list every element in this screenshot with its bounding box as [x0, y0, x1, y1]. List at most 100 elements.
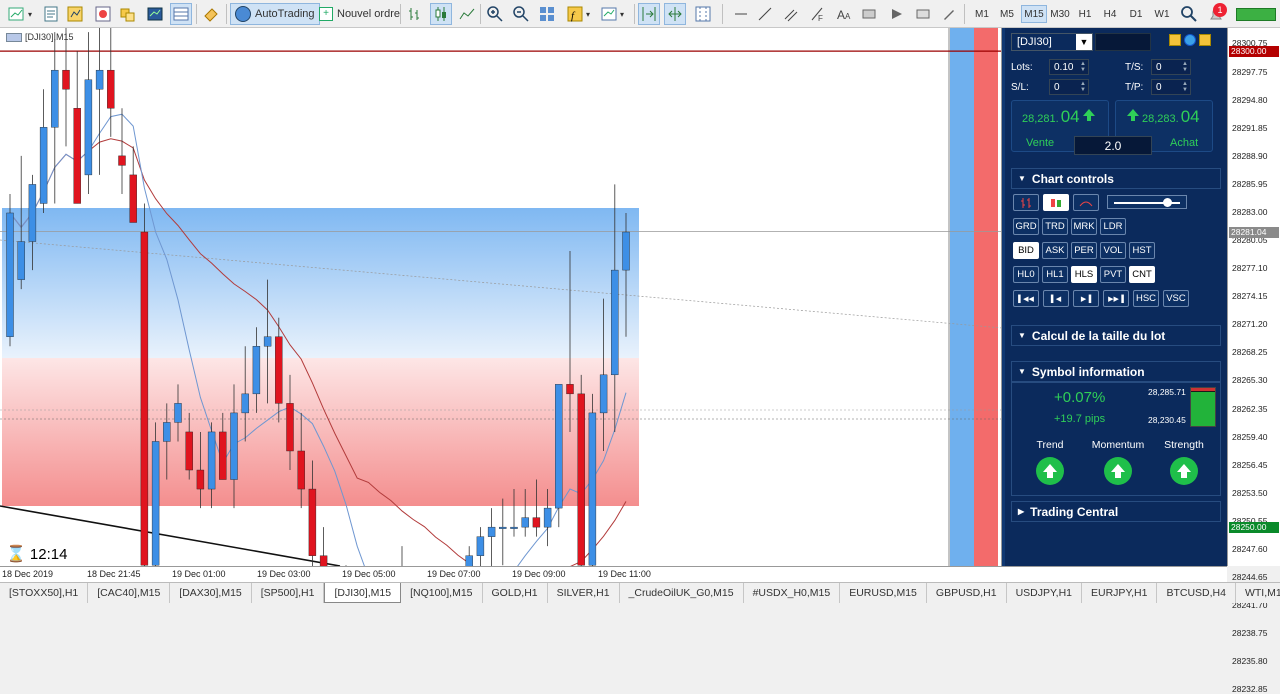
zoom-slider[interactable]	[1107, 195, 1187, 209]
channel-icon[interactable]	[780, 3, 802, 25]
chart-control-vol-button[interactable]: VOL	[1100, 242, 1126, 259]
connection-status-icon[interactable]	[1236, 3, 1276, 25]
symbol-search-field[interactable]	[1095, 33, 1151, 51]
chart-tab[interactable]: GOLD,H1	[483, 583, 548, 603]
chevron-down-icon[interactable]: ▼	[1076, 34, 1092, 50]
tester-icon[interactable]	[170, 3, 192, 25]
pen-tool-icon[interactable]	[938, 3, 960, 25]
timeframe-m1[interactable]: M1	[970, 5, 994, 23]
sl-input[interactable]: 0 ▲ ▼	[1049, 79, 1089, 95]
line-chart-icon[interactable]	[456, 3, 478, 25]
line-mode-button[interactable]	[1073, 194, 1099, 211]
volume-input[interactable]: 2.0	[1074, 136, 1152, 155]
timeframe-d1[interactable]: D1	[1124, 5, 1148, 23]
chart-tab[interactable]: [DAX30],M15	[170, 583, 252, 603]
chart-control-cnt-button[interactable]: CNT	[1129, 266, 1155, 283]
tp-input[interactable]: 0 ▲ ▼	[1151, 79, 1191, 95]
chart-controls-header[interactable]: ▼ Chart controls	[1011, 168, 1221, 189]
chart-tab[interactable]: WTI,M15	[1236, 583, 1280, 603]
vsc-button[interactable]: VSC	[1163, 290, 1189, 307]
time-axis[interactable]: 18 Dec 2019 18 Dec 21:45 19 Dec 01:00 19 De…	[0, 566, 1227, 582]
timeframe-h4[interactable]: H4	[1098, 5, 1122, 23]
zoom-in-icon[interactable]	[484, 3, 506, 25]
timeframe-h1[interactable]: H1	[1073, 5, 1097, 23]
hsc-button[interactable]: HSC	[1133, 290, 1159, 307]
autotrading-button[interactable]: AutoTrading	[230, 3, 320, 25]
new-chart-icon[interactable]	[6, 3, 28, 25]
price-chart[interactable]	[0, 28, 1002, 566]
chart-area[interactable]: [DJI30],M15 ⌛ 12:14	[0, 28, 1002, 566]
symbol-selector[interactable]: [DJI30] ▼	[1011, 33, 1093, 51]
chart-tab[interactable]: [DJI30],M15	[324, 583, 402, 603]
search-icon[interactable]	[1178, 3, 1200, 25]
notifications-icon[interactable]: 1	[1206, 3, 1228, 25]
chart-control-mrk-button[interactable]: MRK	[1071, 218, 1097, 235]
lots-input[interactable]: 0.10 ▲ ▼	[1049, 59, 1089, 75]
chart-tab[interactable]: EURUSD,M15	[840, 583, 927, 603]
timeframe-m5[interactable]: M5	[995, 5, 1019, 23]
new-order-button[interactable]: + Nouvel ordre	[314, 3, 405, 25]
chart-tab[interactable]: [CAC40],M15	[88, 583, 171, 603]
settings-icon[interactable]	[1184, 34, 1196, 46]
chart-tab[interactable]: USDJPY,H1	[1007, 583, 1083, 603]
next-button[interactable]: ▶▐	[1073, 290, 1099, 307]
label-tool-icon[interactable]	[912, 3, 934, 25]
chart-control-ask-button[interactable]: ASK	[1042, 242, 1068, 259]
chart-control-per-button[interactable]: PER	[1071, 242, 1097, 259]
chart-tab[interactable]: [NQ100],M15	[401, 583, 483, 603]
period-separators-icon[interactable]	[692, 3, 714, 25]
chart-shift-icon[interactable]	[664, 3, 686, 25]
chart-control-pvt-button[interactable]: PVT	[1100, 266, 1126, 283]
ts-spinner-icon[interactable]: ▲ ▼	[1182, 61, 1190, 73]
slider-knob[interactable]	[1163, 198, 1172, 207]
chart-tab[interactable]: EURJPY,H1	[1082, 583, 1158, 603]
data-window-icon[interactable]	[92, 3, 114, 25]
indicators-icon[interactable]: f	[564, 3, 586, 25]
chart-control-hl0-button[interactable]: HL0	[1013, 266, 1039, 283]
first-button[interactable]: ▌◀◀	[1013, 290, 1039, 307]
timeframe-m15[interactable]: M15	[1021, 5, 1047, 23]
crosshair-icon[interactable]	[730, 3, 752, 25]
timeframe-w1[interactable]: W1	[1150, 5, 1174, 23]
chart-control-grd-button[interactable]: GRD	[1013, 218, 1039, 235]
trendline-icon[interactable]	[754, 3, 776, 25]
bar-chart-icon[interactable]	[404, 3, 426, 25]
chart-tab[interactable]: SILVER,H1	[548, 583, 620, 603]
timeframe-m30[interactable]: M30	[1047, 5, 1073, 23]
text-tool-icon[interactable]: AA	[832, 3, 854, 25]
last-button[interactable]: ▶▶▐	[1103, 290, 1129, 307]
chart-control-ldr-button[interactable]: LDR	[1100, 218, 1126, 235]
candle-mode-button[interactable]	[1043, 194, 1069, 211]
chart-control-hl1-button[interactable]: HL1	[1042, 266, 1068, 283]
fibonacci-icon[interactable]: F	[806, 3, 828, 25]
ts-input[interactable]: 0 ▲ ▼	[1151, 59, 1191, 75]
templates-icon[interactable]	[598, 3, 620, 25]
lots-spinner-icon[interactable]: ▲ ▼	[1080, 61, 1088, 73]
metaeditor-icon[interactable]	[200, 3, 222, 25]
trading-central-header[interactable]: ▶ Trading Central	[1011, 501, 1221, 522]
info-icon[interactable]	[1199, 34, 1211, 46]
chart-control-bid-button[interactable]: BID	[1013, 242, 1039, 259]
tile-windows-icon[interactable]	[536, 3, 558, 25]
chart-tab[interactable]: _CrudeOilUK_G0,M15	[620, 583, 744, 603]
price-axis[interactable]: 28300.75 28297.75 28294.80 28291.85 28288.90…	[1227, 28, 1280, 694]
profiles-icon[interactable]	[40, 3, 62, 25]
indicators-dropdown-icon[interactable]: ▾	[586, 3, 590, 25]
chevron-down-icon[interactable]: ▾	[28, 3, 32, 25]
chart-tab[interactable]: BTCUSD,H4	[1157, 583, 1236, 603]
chart-icon[interactable]	[1169, 34, 1181, 46]
chart-tab[interactable]: [SP500],H1	[252, 583, 325, 603]
chart-tab[interactable]: [STOXX50],H1	[0, 583, 89, 603]
tp-spinner-icon[interactable]: ▲ ▼	[1182, 81, 1190, 93]
bar-mode-button[interactable]	[1013, 194, 1039, 211]
templates-dropdown-icon[interactable]: ▾	[620, 3, 624, 25]
market-watch-icon[interactable]	[64, 3, 86, 25]
terminal-icon[interactable]	[144, 3, 166, 25]
chart-control-hls-button[interactable]: HLS	[1071, 266, 1097, 283]
sl-spinner-icon[interactable]: ▲ ▼	[1080, 81, 1088, 93]
navigator-icon[interactable]	[116, 3, 138, 25]
chart-tab[interactable]: #USDX_H0,M15	[744, 583, 841, 603]
prev-button[interactable]: ▌◀	[1043, 290, 1069, 307]
chart-control-trd-button[interactable]: TRD	[1042, 218, 1068, 235]
chart-control-hst-button[interactable]: HST	[1129, 242, 1155, 259]
